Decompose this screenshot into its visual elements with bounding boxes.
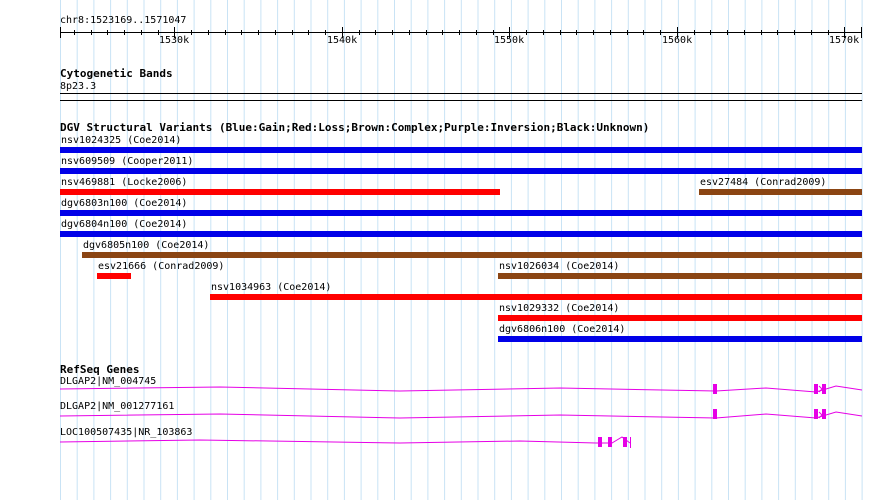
- dgv-feature-bar: [498, 315, 862, 321]
- gene-exon: [598, 437, 602, 447]
- gene-exon: [822, 409, 826, 419]
- gene-intron-line: [59, 436, 631, 444]
- gene-exon: [814, 384, 818, 394]
- dgv-feature-bar: [498, 336, 862, 342]
- gene-exon: [608, 437, 612, 447]
- dgv-feature-bar: [210, 294, 862, 300]
- strand-arrow: [818, 385, 823, 393]
- dgv-feature-bar: [498, 273, 862, 279]
- gene-exon: [713, 384, 717, 394]
- dgv-feature-bar: [82, 252, 862, 258]
- dgv-feature-bar: [60, 147, 862, 153]
- dgv-feature-bar: [97, 273, 131, 279]
- dgv-feature-bar: [60, 210, 862, 216]
- gene-intron-line: [59, 385, 863, 393]
- strand-arrow: [818, 411, 823, 419]
- tracks-drawing: [59, 27, 863, 448]
- dgv-feature-bar: [699, 189, 862, 195]
- gene-exon: [814, 409, 818, 419]
- dgv-feature-bar: [60, 189, 500, 195]
- dgv-feature-bar: [60, 168, 862, 174]
- genome-browser-image: chr8:1523169..1571047 1530k 1540k 1550k 156…: [0, 0, 890, 500]
- gene-intron-line: [59, 411, 863, 419]
- gene-exon: [623, 437, 627, 447]
- gene-exon: [713, 409, 717, 419]
- dgv-feature-bar: [60, 231, 862, 237]
